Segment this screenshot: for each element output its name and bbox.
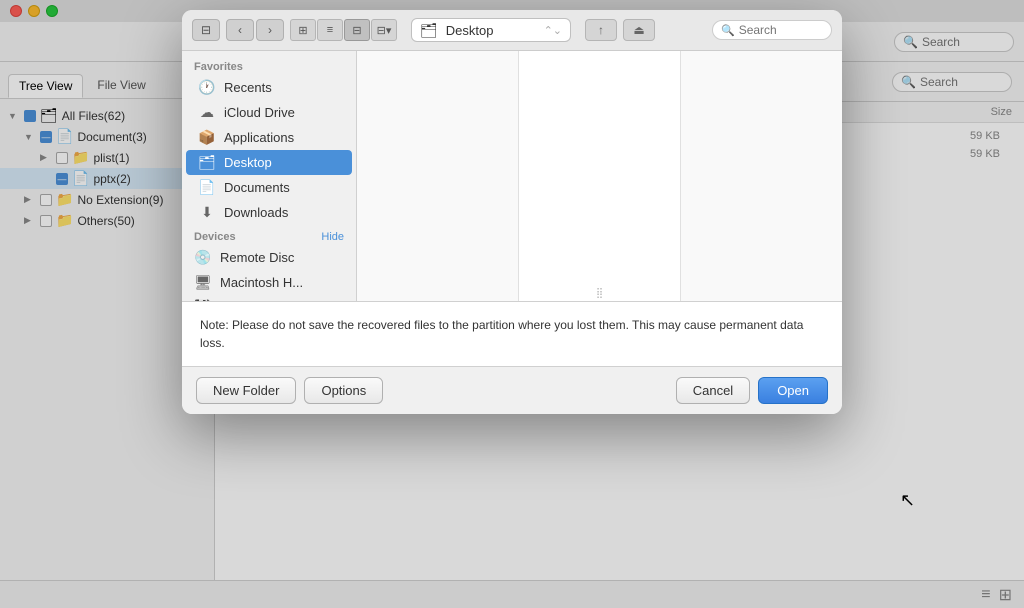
eject-icon: ⏏ — [633, 23, 644, 37]
location-chevron-icon: ⌃⌄ — [544, 24, 562, 37]
nav-buttons: ‹ › — [226, 19, 284, 41]
dialog-overlay: ⊟ ‹ › ⊞ ≡ ⊟ — [0, 0, 1024, 608]
resize-handle: ⣿ — [596, 288, 603, 299]
sidebar-item-desktop[interactable]: 🗂 Desktop — [186, 150, 352, 175]
device-item-remote-disc[interactable]: 💿 Remote Disc — [182, 245, 356, 270]
eject-button[interactable]: ⏏ — [623, 19, 655, 41]
dialog-content-area: ⣿ — [357, 51, 842, 301]
recents-label: Recents — [224, 80, 272, 95]
dialog-note: Note: Please do not save the recovered f… — [182, 301, 842, 366]
icon-view-button[interactable]: ⊞ — [290, 19, 316, 41]
documents-icon: 📄 — [198, 179, 216, 196]
content-column-2 — [519, 51, 681, 301]
share-button[interactable]: ↑ — [585, 19, 617, 41]
back-icon: ‹ — [238, 23, 242, 37]
device-item-macintosh[interactable]: 🖥 Macintosh H... — [182, 270, 356, 295]
icloud-label: iCloud Drive — [224, 105, 295, 120]
icon-view-icon: ⊞ — [298, 24, 307, 37]
desktop-icon: 🗂 — [198, 154, 216, 171]
options-button[interactable]: Options — [304, 377, 383, 404]
macintosh-icon: 🖥 — [194, 274, 212, 291]
location-folder-icon: 🗂 — [420, 22, 438, 39]
macintosh-label: Macintosh H... — [220, 275, 303, 290]
content-column-3 — [681, 51, 842, 301]
sidebar-item-documents[interactable]: 📄 Documents — [186, 175, 352, 200]
gallery-view-icon: ⊟▾ — [377, 24, 392, 37]
hide-button[interactable]: Hide — [321, 231, 344, 243]
recents-icon: 🕐 — [198, 79, 216, 96]
forward-icon: › — [268, 23, 272, 37]
desktop-label: Desktop — [224, 155, 272, 170]
documents-label: Documents — [224, 180, 290, 195]
sidebar-toggle-button[interactable]: ⊟ — [192, 19, 220, 41]
button-group-right: Cancel Open — [676, 377, 828, 404]
applications-icon: 📦 — [198, 129, 216, 146]
list-view-button[interactable]: ≡ — [317, 19, 343, 41]
note-text: Note: Please do not save the recovered f… — [200, 318, 803, 350]
forward-button[interactable]: › — [256, 19, 284, 41]
content-column-1 — [357, 51, 519, 301]
view-buttons: ⊞ ≡ ⊟ ⊟▾ — [290, 19, 397, 41]
cancel-button[interactable]: Cancel — [676, 377, 750, 404]
location-label: Desktop — [446, 23, 494, 38]
sidebar-item-downloads[interactable]: ⬇ Downloads — [186, 200, 352, 225]
icloud-icon: ☁ — [198, 104, 216, 121]
list-view-icon: ≡ — [327, 24, 333, 36]
column-view-button[interactable]: ⊟ — [344, 19, 370, 41]
open-button[interactable]: Open — [758, 377, 828, 404]
dialog-body: Favorites 🕐 Recents ☁ iCloud Drive 📦 App… — [182, 51, 842, 301]
new-folder-button[interactable]: New Folder — [196, 377, 296, 404]
sidebar-toggle-icon: ⊟ — [201, 23, 211, 37]
dialog-buttons: New Folder Options Cancel Open — [182, 366, 842, 414]
dialog-sidebar: Favorites 🕐 Recents ☁ iCloud Drive 📦 App… — [182, 51, 357, 301]
share-icon: ↑ — [598, 23, 604, 37]
button-group-left: New Folder Options — [196, 377, 383, 404]
devices-label: Devices — [194, 231, 236, 243]
search-icon: 🔍 — [721, 24, 735, 37]
content-grid — [357, 51, 842, 301]
gallery-view-button[interactable]: ⊟▾ — [371, 19, 397, 41]
dialog-search-input[interactable] — [739, 23, 824, 37]
applications-label: Applications — [224, 130, 294, 145]
dialog-search-box[interactable]: 🔍 — [712, 20, 832, 40]
devices-header: Devices Hide — [182, 225, 356, 245]
remote-disc-icon: 💿 — [194, 249, 212, 266]
downloads-icon: ⬇ — [198, 204, 216, 221]
save-dialog: ⊟ ‹ › ⊞ ≡ ⊟ — [182, 10, 842, 414]
sidebar-item-recents[interactable]: 🕐 Recents — [186, 75, 352, 100]
remote-disc-label: Remote Disc — [220, 250, 294, 265]
location-bar[interactable]: 🗂 Desktop ⌃⌄ — [411, 18, 571, 42]
favorites-label: Favorites — [182, 57, 356, 75]
column-view-icon: ⊟ — [352, 24, 361, 37]
sidebar-item-icloud-drive[interactable]: ☁ iCloud Drive — [186, 100, 352, 125]
dialog-toolbar: ⊟ ‹ › ⊞ ≡ ⊟ — [182, 10, 842, 51]
sidebar-item-applications[interactable]: 📦 Applications — [186, 125, 352, 150]
downloads-label: Downloads — [224, 205, 288, 220]
back-button[interactable]: ‹ — [226, 19, 254, 41]
